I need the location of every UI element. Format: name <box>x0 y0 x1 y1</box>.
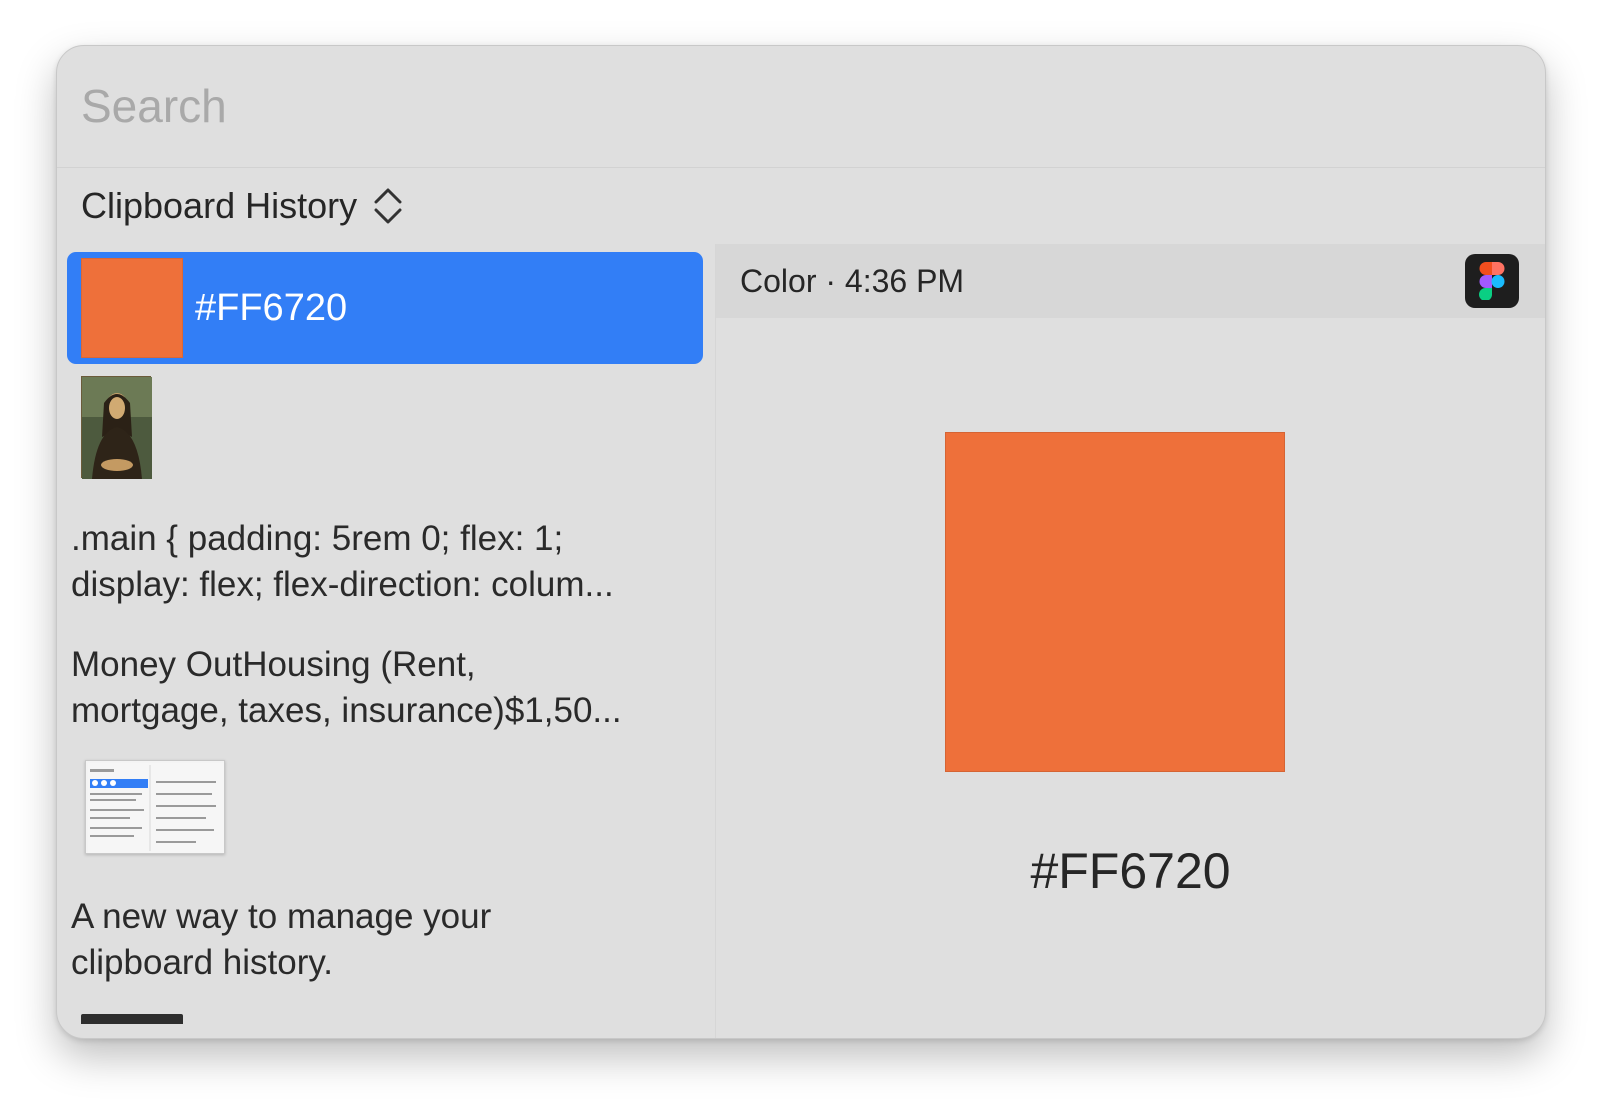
screenshot-thumbnail-icon <box>85 760 225 854</box>
chevron-updown-icon <box>374 188 402 224</box>
history-item-code[interactable]: .main { padding: 5rem 0; flex: 1; displa… <box>71 516 681 608</box>
painting-thumbnail-icon <box>81 376 152 479</box>
next-item-peek <box>81 1014 183 1024</box>
color-swatch-thumbnail <box>81 258 183 358</box>
figma-icon <box>1465 254 1519 308</box>
clipboard-window: Clipboard History #FF6720 <box>56 45 1546 1039</box>
search-bar <box>57 46 1545 168</box>
history-item-image[interactable] <box>67 376 703 480</box>
preview-header: Color · 4:36 PM <box>716 244 1545 318</box>
preview-color-value: #FF6720 <box>1030 843 1231 899</box>
history-item-screenshot[interactable] <box>67 760 703 858</box>
search-input[interactable] <box>81 76 1281 136</box>
color-value-label: #FF6720 <box>195 287 348 329</box>
history-item-color[interactable]: #FF6720 <box>67 252 703 364</box>
history-list: #FF6720 .main { padding: 5rem 0; flex: 1… <box>57 244 715 1038</box>
history-item-tagline[interactable]: A new way to manage your clipboard histo… <box>71 894 681 986</box>
source-label: Clipboard History <box>81 185 358 226</box>
history-item-money[interactable]: Money OutHousing (Rent, mortgage, taxes,… <box>71 642 681 734</box>
preview-meta: Color · 4:36 PM <box>740 263 965 299</box>
source-selector[interactable]: Clipboard History <box>81 182 405 230</box>
color-preview-swatch <box>945 432 1285 772</box>
preview-pane: Color · 4:36 PM #FF6720 <box>716 244 1545 1038</box>
